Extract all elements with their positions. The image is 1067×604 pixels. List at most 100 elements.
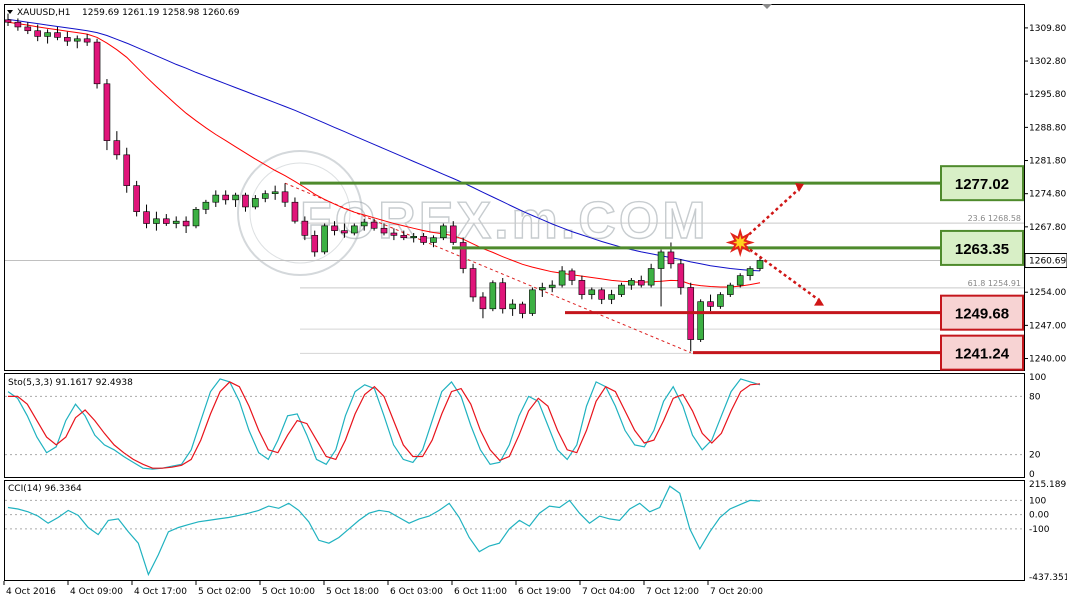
candle-bullish [212, 194, 220, 203]
candle-bearish [449, 225, 457, 243]
candle-bullish [489, 282, 497, 310]
candle-bullish [252, 198, 259, 208]
candle-bearish [301, 220, 309, 236]
candle-bearish [291, 201, 299, 222]
x-tick-label: 6 Oct 03:00 [390, 587, 443, 597]
x-tick-label: 4 Oct 2016 [6, 587, 56, 597]
candle-bullish [608, 294, 615, 300]
candle-bearish [133, 185, 140, 212]
candle-bearish [707, 301, 714, 307]
candle-bearish [499, 282, 507, 310]
candle-bullish [618, 284, 625, 295]
candle-bearish [519, 303, 526, 314]
candle-bullish [717, 294, 724, 307]
candle-bearish [222, 194, 229, 201]
sto-y-tick-label: 80 [1029, 392, 1041, 402]
candle-bullish [321, 225, 328, 253]
candle-bullish [548, 284, 556, 288]
candle-bullish [271, 191, 279, 194]
y-tick-label: 1274.80 [1029, 190, 1066, 200]
candle-bullish [360, 221, 368, 227]
sto-y-tick-label: 0 [1029, 470, 1035, 480]
y-tick-label: 1254.00 [1029, 288, 1066, 298]
candle-bearish [93, 41, 101, 85]
candle-bearish [103, 83, 111, 141]
y-tick-label: 1302.80 [1029, 57, 1066, 67]
candle-bearish [479, 296, 487, 310]
candle-bullish [529, 289, 536, 314]
x-tick-label: 7 Oct 04:00 [582, 587, 635, 597]
x-tick-label: 5 Oct 10:00 [262, 587, 315, 597]
candle-bearish [311, 235, 319, 253]
candle-bearish [54, 32, 61, 38]
candle-bullish [509, 303, 516, 310]
fib-level-label: 61.8 1254.91 [968, 279, 1021, 288]
watermark-text: FOREX.m.COM [300, 192, 709, 250]
candle-bullish [410, 236, 417, 239]
cci-header: CCI(14) 96.3364 [8, 484, 82, 494]
candle-bullish [232, 194, 239, 201]
candle-bullish [44, 32, 51, 37]
candle-bullish [736, 275, 744, 286]
candle-bearish [242, 194, 249, 208]
x-tick-label: 4 Oct 09:00 [70, 587, 123, 597]
candle-bullish [73, 38, 81, 42]
candle-bearish [469, 268, 477, 298]
candle-bullish [539, 287, 546, 291]
y-tick-label: 1240.00 [1029, 355, 1066, 365]
level-box-label: 1277.02 [955, 176, 1009, 193]
candle-bearish [281, 191, 289, 203]
candle-bullish [657, 251, 665, 269]
cci-y-tick-label: 215.1897 [1029, 480, 1067, 490]
candle-bearish [34, 30, 41, 37]
candle-bearish [390, 232, 398, 236]
candle-bullish [192, 209, 200, 227]
x-tick-label: 7 Oct 12:00 [646, 587, 699, 597]
candle-bearish [598, 289, 605, 300]
x-tick-label: 6 Oct 19:00 [518, 587, 571, 597]
candle-bullish [430, 237, 437, 243]
candle-bearish [14, 21, 22, 28]
x-tick-label: 4 Oct 17:00 [134, 587, 187, 597]
candle-bullish [727, 284, 734, 295]
cci-pane [4, 480, 1025, 581]
candle-bullish [628, 280, 635, 286]
candle-bearish [420, 236, 427, 243]
forex-chart: FOREX.m.COM 23.6 1268.58 61.8 1254.91 1277… [3, 4, 1067, 597]
x-tick-label: 7 Oct 20:00 [710, 587, 763, 597]
candle-bearish [163, 218, 170, 224]
candle-bearish [113, 140, 121, 156]
cci-y-tick-label: -437.3513 [1029, 573, 1067, 583]
candle-bearish [370, 221, 378, 229]
breakout-star-icon [725, 227, 755, 258]
candle-bearish [637, 280, 645, 286]
candle-bullish [261, 193, 269, 199]
candle-bullish [172, 220, 180, 224]
sto-y-tick-label: 100 [1029, 373, 1046, 383]
candle-bearish [677, 263, 685, 288]
y-tick-label: 1288.80 [1029, 123, 1066, 133]
cci-y-tick-label: 100 [1029, 496, 1046, 506]
fib-level-label: 23.6 1268.58 [968, 214, 1021, 223]
candle-bullish [756, 260, 764, 269]
candle-bearish [4, 19, 12, 23]
candle-bearish [64, 37, 71, 42]
level-box-label: 1263.35 [955, 241, 1009, 258]
current-price-label: 1260.69 [1029, 257, 1066, 267]
x-tick-label: 6 Oct 11:00 [454, 587, 507, 597]
candle-bullish [558, 270, 566, 286]
candle-bearish [83, 38, 91, 43]
y-tick-label: 1247.00 [1029, 321, 1066, 331]
y-tick-label: 1281.80 [1029, 157, 1066, 167]
y-tick-label: 1309.80 [1029, 24, 1066, 34]
cci-y-tick-label: 0.00 [1029, 511, 1049, 521]
candle-bearish [667, 251, 675, 265]
candle-bearish [143, 211, 150, 224]
candle-bullish [351, 225, 358, 234]
candle-bearish [331, 225, 338, 231]
y-tick-label: 1295.80 [1029, 90, 1066, 100]
stochastic-pane [4, 373, 1025, 478]
main-pane [4, 4, 1025, 371]
candle-bearish [568, 270, 576, 281]
x-tick-label: 5 Oct 18:00 [326, 587, 379, 597]
